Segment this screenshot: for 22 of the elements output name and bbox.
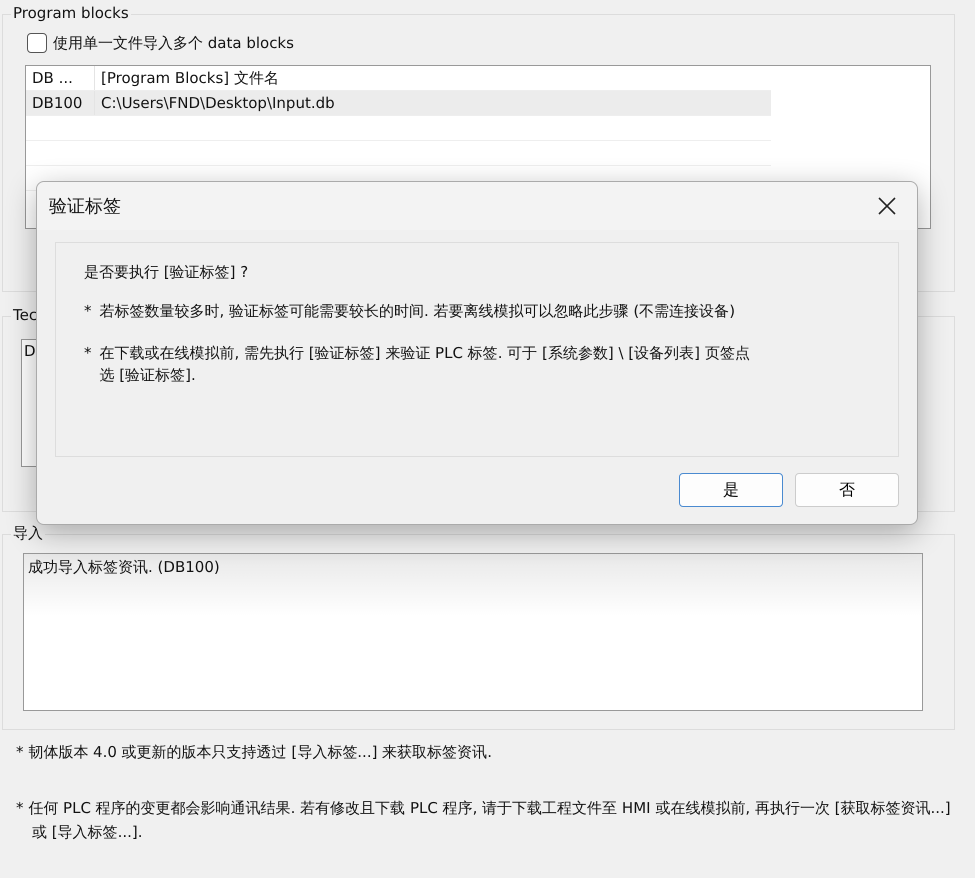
dialog-button[interactable]: 是 (679, 473, 783, 507)
question-text: 是否要执行 [验证标签] ? (84, 263, 250, 282)
bullet-mark: * (84, 301, 92, 322)
log-text: 成功导入标签资讯. (DB100) (28, 558, 220, 576)
note-text: * 韧体版本 4.0 或更新的版本只支持透过 [导入标签...] 来获取标签资讯. (16, 742, 493, 763)
dialog-button[interactable]: 否 (795, 473, 899, 507)
group-title: 导入 (11, 524, 45, 543)
column-header: DB ... (26, 66, 95, 90)
checkbox[interactable] (27, 33, 47, 53)
table-cell-text: C:\Users\FND\Desktop\Input.db (100, 94, 335, 112)
list-item[interactable]: D (24, 342, 36, 360)
bullet-text: 在下载或在线模拟前, 需先执行 [验证标签] 来验证 PLC 标签. 可于 [系统参数] \ [设备列表] 页签点选 [验证标签]. (100, 343, 751, 386)
group-title: Program blocks (11, 4, 131, 22)
note-text: * 任何 PLC 程序的变更都会影响通讯结果. 若有修改且下载 PLC 程序, 请于下载工程文件至 HMI 或在线模拟前, 再执行一次 [获取标签资讯...] 或 [导入标签...]. (16, 798, 952, 843)
bullet-text: 若标签数量较多时, 验证标签可能需要较长的时间. 若要离线模拟可以忽略此步骤 (不需连接设备) (100, 301, 736, 322)
dialog-title: 验证标签 (49, 195, 121, 218)
column-header: [Program Blocks] 文件名 (100, 68, 279, 88)
table-row[interactable]: DB100 C:\Users\FND\Desktop\Input.db (26, 91, 771, 116)
checkbox-label: 使用单一文件导入多个 data blocks (53, 34, 294, 52)
bullet-mark: * (84, 343, 92, 364)
table-cell: DB100 (26, 91, 95, 115)
close-icon[interactable] (877, 196, 897, 216)
